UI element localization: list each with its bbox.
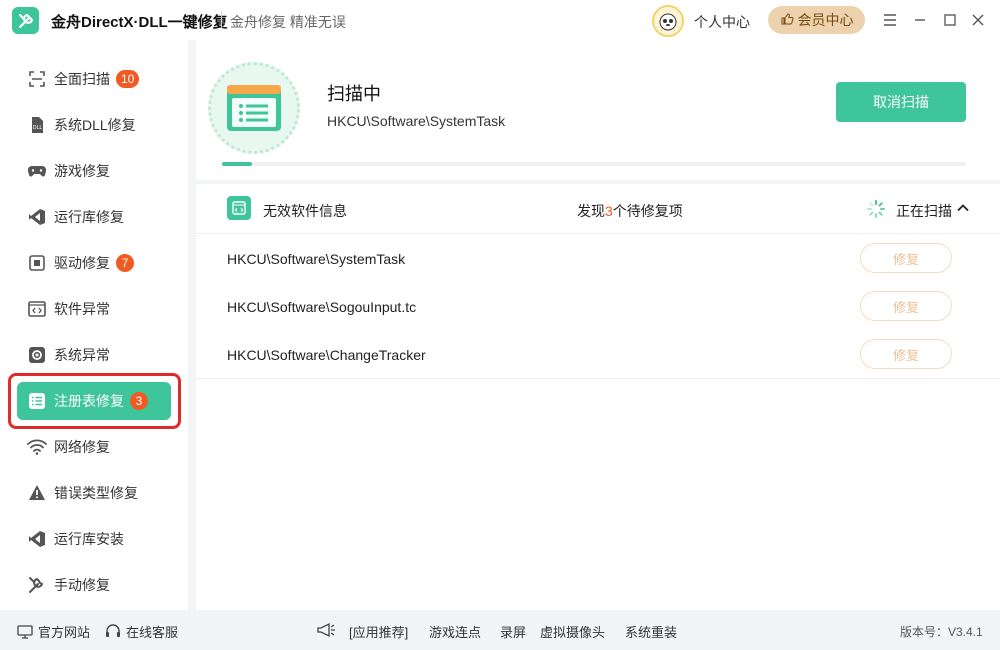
software-info-icon — [227, 196, 251, 220]
loading-spinner-icon — [867, 200, 885, 218]
minimize-icon[interactable] — [910, 10, 930, 30]
category-label: 无效软件信息 — [263, 203, 347, 219]
main-panel: 扫描中 HKCU\Software\SystemTask 取消扫描 无效软件信息… — [196, 40, 1000, 610]
monitor-icon — [17, 624, 33, 639]
user-center-link[interactable]: 个人中心 — [694, 12, 750, 32]
wifi-icon — [27, 437, 47, 457]
sidebar-item-system-dll[interactable]: DLL 系统DLL修复 — [17, 106, 171, 144]
menu-icon[interactable] — [880, 10, 900, 30]
close-icon[interactable] — [968, 10, 988, 30]
fix-button[interactable]: 修复 — [860, 291, 952, 321]
runtime-icon — [27, 207, 47, 227]
scan-current-path: HKCU\Software\SystemTask — [327, 113, 506, 129]
sidebar-item-game-repair[interactable]: 游戏修复 — [17, 152, 171, 190]
scan-status-card: 扫描中 HKCU\Software\SystemTask 取消扫描 — [196, 40, 1000, 180]
sidebar-item-label: 运行库修复 — [54, 209, 124, 225]
count-badge: 3 — [130, 392, 148, 410]
vip-center-button[interactable]: 会员中心 — [768, 6, 865, 34]
registry-path: HKCU\Software\SystemTask — [227, 251, 406, 267]
driver-icon — [27, 253, 47, 273]
sidebar-item-runtime-install[interactable]: 运行库安装 — [17, 520, 171, 558]
sidebar-item-system-error[interactable]: 系统异常 — [17, 336, 171, 374]
gear-icon — [27, 345, 47, 365]
recommend-link-screen-record[interactable]: 录屏 — [500, 622, 526, 641]
cancel-scan-button[interactable]: 取消扫描 — [836, 82, 966, 122]
registry-path: HKCU\Software\SogouInput.tc — [227, 299, 417, 315]
results-header[interactable]: 无效软件信息 发现3个待修复项 正在扫描 — [196, 184, 1000, 234]
sidebar-item-label: 软件异常 — [54, 301, 110, 317]
sidebar-item-software-error[interactable]: 软件异常 — [17, 290, 171, 328]
scan-icon — [27, 69, 47, 89]
list-item: HKCU\Software\SogouInput.tc 修复 — [196, 282, 1000, 330]
count-badge: 7 — [116, 254, 134, 272]
results-card: 无效软件信息 发现3个待修复项 正在扫描 HKCU\Software\Syste… — [196, 184, 1000, 610]
sidebar-item-label: 网络修复 — [54, 439, 110, 455]
online-support-link[interactable]: 在线客服 — [105, 622, 178, 641]
sidebar-item-label: 全面扫描 — [54, 71, 110, 87]
sidebar-item-full-scan[interactable]: 全面扫描 10 — [17, 60, 171, 98]
footer: 官方网站 在线客服 [应用推荐] 游戏连点 录屏 虚拟摄像头 系统重装 版本号：… — [0, 610, 1000, 650]
sidebar-item-registry-repair[interactable]: 注册表修复 3 — [17, 382, 171, 420]
sidebar-item-label: 运行库安装 — [54, 531, 124, 547]
sidebar-item-label: 系统异常 — [54, 347, 110, 363]
sidebar-item-driver-repair[interactable]: 驱动修复 7 — [17, 244, 171, 282]
title-divider — [221, 12, 222, 28]
chevron-up-icon[interactable] — [956, 201, 970, 215]
official-website-label: 官方网站 — [38, 625, 91, 640]
thumbs-up-icon — [780, 12, 794, 29]
list-item: HKCU\Software\SystemTask 修复 — [196, 234, 1000, 282]
registry-path: HKCU\Software\ChangeTracker — [227, 347, 426, 363]
found-count: 3 — [605, 203, 613, 219]
vip-center-label: 会员中心 — [797, 12, 854, 28]
wrench-icon — [27, 575, 47, 595]
version-label: 版本号：V3.4.1 — [900, 625, 983, 639]
sidebar: 全面扫描 10 DLL 系统DLL修复 游戏修复 运行库修复 驱动修复 7 软件… — [0, 40, 188, 610]
recommend-link-game-clicker[interactable]: 游戏连点 — [429, 622, 481, 641]
app-logo-icon — [12, 7, 39, 34]
list-divider — [196, 378, 1000, 379]
headset-icon — [106, 624, 120, 637]
runtime-install-icon — [27, 529, 47, 549]
sidebar-item-label: 游戏修复 — [54, 163, 110, 179]
title-bar: 金舟DirectX·DLL一键修复 金舟修复 精准无误 个人中心 会员中心 — [0, 0, 1000, 40]
scan-title: 扫描中 — [327, 84, 381, 104]
dll-icon: DLL — [27, 115, 47, 135]
avatar[interactable] — [652, 5, 684, 37]
sidebar-item-error-type-repair[interactable]: 错误类型修复 — [17, 474, 171, 512]
warning-icon — [27, 483, 47, 503]
fix-button[interactable]: 修复 — [860, 243, 952, 273]
scan-progress-fill — [222, 162, 252, 166]
fix-button[interactable]: 修复 — [860, 339, 952, 369]
megaphone-icon — [317, 622, 335, 638]
list-item: HKCU\Software\ChangeTracker 修复 — [196, 330, 1000, 378]
scanning-status: 正在扫描 — [896, 203, 952, 219]
maximize-icon[interactable] — [940, 10, 960, 30]
code-icon — [27, 299, 47, 319]
sidebar-item-label: 注册表修复 — [54, 393, 124, 409]
sidebar-item-label: 驱动修复 — [54, 255, 110, 271]
recommend-link-system-reinstall[interactable]: 系统重装 — [625, 622, 677, 641]
official-website-link[interactable]: 官方网站 — [17, 622, 90, 641]
found-summary: 发现3个待修复项 — [577, 203, 683, 219]
gamepad-icon — [27, 161, 47, 181]
list-icon — [27, 391, 47, 411]
sidebar-item-label: 错误类型修复 — [54, 485, 138, 501]
registry-scan-illustration — [208, 62, 300, 154]
svg-text:DLL: DLL — [33, 125, 43, 131]
sidebar-item-network-repair[interactable]: 网络修复 — [17, 428, 171, 466]
sidebar-item-label: 系统DLL修复 — [54, 117, 136, 133]
sidebar-item-runtime-repair[interactable]: 运行库修复 — [17, 198, 171, 236]
sidebar-item-manual-repair[interactable]: 手动修复 — [17, 566, 171, 604]
app-recommend-label: [应用推荐] — [349, 625, 409, 640]
app-title: 金舟DirectX·DLL一键修复 — [51, 14, 228, 31]
app-slogan: 金舟修复 精准无误 — [230, 14, 346, 30]
recommend-link-virtual-camera[interactable]: 虚拟摄像头 — [540, 622, 605, 641]
online-support-label: 在线客服 — [126, 625, 179, 640]
scan-progress-bar — [222, 162, 966, 166]
sidebar-item-label: 手动修复 — [54, 577, 110, 593]
count-badge: 10 — [116, 70, 140, 88]
